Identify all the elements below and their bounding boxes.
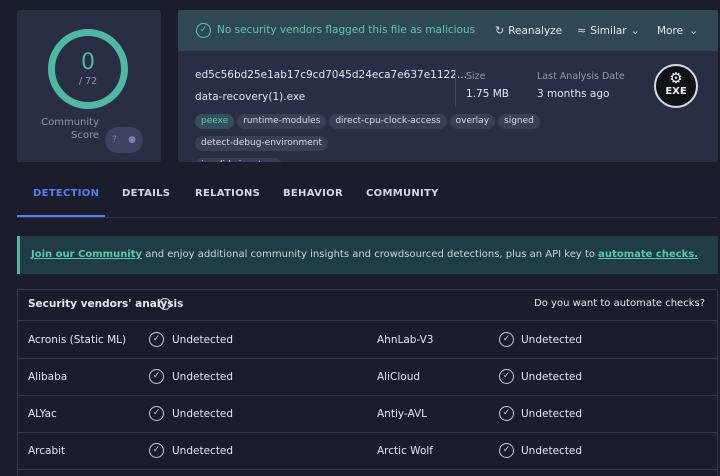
check-circle-icon: ✓ bbox=[499, 443, 514, 458]
tag[interactable]: peexe bbox=[195, 114, 235, 129]
community-score-label: Community Score bbox=[41, 117, 99, 141]
info-icon[interactable]: i bbox=[159, 298, 171, 310]
chevron-down-icon: ⌄ bbox=[630, 24, 640, 37]
check-circle-icon: ✓ bbox=[149, 406, 164, 421]
exe-label: EXE bbox=[665, 86, 687, 97]
join-community-link[interactable]: Join our Community bbox=[31, 249, 142, 260]
vendors-analysis: Security vendors' analysis i Do you want… bbox=[17, 289, 718, 476]
tab-behavior[interactable]: BEHAVIOR bbox=[283, 188, 343, 217]
score-value: 0 bbox=[81, 50, 95, 75]
status-text: No security vendors flagged this file as… bbox=[217, 24, 476, 36]
tag[interactable]: runtime-modules bbox=[237, 114, 327, 129]
vendor-name: Arctic Wolf bbox=[377, 445, 433, 457]
check-circle-icon: ✓ bbox=[499, 332, 514, 347]
vendor-name: AhnLab-V3 bbox=[377, 334, 434, 346]
automate-checks-question[interactable]: Do you want to automate checks? bbox=[534, 298, 705, 309]
more-label: More bbox=[657, 25, 684, 37]
score-ring: 0 / 72 bbox=[48, 29, 128, 109]
table-row: Arcabit ✓ Undetected Arctic Wolf ✓ Undet… bbox=[18, 433, 717, 470]
tag[interactable]: signed bbox=[498, 114, 540, 129]
tab-divider bbox=[17, 217, 718, 218]
table-row: Acronis (Static ML) ✓ Undetected AhnLab-… bbox=[18, 322, 717, 359]
more-button[interactable]: More ⌄ bbox=[657, 24, 702, 37]
automate-checks-link[interactable]: automate checks. bbox=[598, 249, 698, 260]
vendor-name: ALYac bbox=[28, 408, 57, 420]
meta-divider bbox=[455, 69, 456, 107]
vendor-name: Alibaba bbox=[28, 371, 68, 383]
reanalyze-label: Reanalyze bbox=[508, 25, 563, 37]
vendor-result: Undetected bbox=[172, 445, 234, 457]
vendor-name: Acronis (Static ML) bbox=[28, 334, 127, 346]
check-circle-icon: ✓ bbox=[149, 443, 164, 458]
community-banner: Join our Community and enjoy additional … bbox=[17, 236, 718, 274]
similar-label: Similar bbox=[590, 25, 627, 37]
banner-text: and enjoy additional community insights … bbox=[142, 249, 599, 260]
similar-icon: ≈ bbox=[577, 24, 587, 37]
vendor-result: Undetected bbox=[172, 408, 234, 420]
similar-button[interactable]: ≈ Similar ⌄ bbox=[577, 24, 644, 37]
file-name: data-recovery(1).exe bbox=[195, 91, 306, 103]
check-circle-icon: ✓ bbox=[499, 369, 514, 384]
size-label: Size bbox=[466, 71, 486, 82]
vendor-result: Undetected bbox=[521, 334, 583, 346]
tab-community[interactable]: COMMUNITY bbox=[366, 188, 439, 217]
tab-relations[interactable]: RELATIONS bbox=[195, 188, 260, 217]
table-row: Alibaba ✓ Undetected AliCloud ✓ Undetect… bbox=[18, 359, 717, 396]
vendor-result: Undetected bbox=[172, 371, 234, 383]
check-circle-icon: ✓ bbox=[149, 332, 164, 347]
tag[interactable]: direct-cpu-clock-access bbox=[329, 114, 447, 129]
tag[interactable]: invalid-signature bbox=[195, 158, 283, 162]
thumb-icon: ● bbox=[128, 135, 136, 145]
table-row: ALYac ✓ Undetected Antiy-AVL ✓ Undetecte… bbox=[18, 396, 717, 433]
vendor-result: Undetected bbox=[521, 371, 583, 383]
vendor-name: Antiy-AVL bbox=[377, 408, 428, 420]
vendor-result: Undetected bbox=[521, 445, 583, 457]
file-info-card: ✓ No security vendors flagged this file … bbox=[178, 10, 718, 162]
vendor-result: Undetected bbox=[521, 408, 583, 420]
vendor-result: Undetected bbox=[172, 334, 234, 346]
check-circle-icon: ✓ bbox=[149, 369, 164, 384]
last-analysis-label: Last Analysis Date bbox=[537, 71, 625, 82]
exe-file-icon: ⚙ EXE bbox=[654, 64, 698, 108]
tag[interactable]: overlay bbox=[449, 114, 496, 129]
last-analysis-value: 3 months ago bbox=[537, 88, 610, 100]
tag-list: peexe runtime-modules direct-cpu-clock-acc… bbox=[195, 113, 655, 162]
question-mark-icon: ? bbox=[112, 135, 117, 145]
vendor-name: AliCloud bbox=[377, 371, 421, 383]
check-circle-icon: ✓ bbox=[499, 406, 514, 421]
community-vote-toggle[interactable]: ? ● bbox=[105, 127, 143, 153]
gear-icon: ⚙ bbox=[669, 69, 683, 87]
chevron-down-icon: ⌄ bbox=[689, 24, 699, 37]
tab-details[interactable]: DETAILS bbox=[122, 188, 170, 217]
file-hash[interactable]: ed5c56bd25e1ab17c9cd7045d24eca7e637e1122… bbox=[195, 69, 467, 81]
vendor-name: Arcabit bbox=[28, 445, 66, 457]
score-total: / 72 bbox=[78, 76, 98, 87]
status-bar: ✓ No security vendors flagged this file … bbox=[178, 10, 718, 51]
community-score-card: 0 / 72 Community Score ? ● bbox=[17, 10, 161, 162]
refresh-icon: ↻ bbox=[495, 24, 505, 37]
reanalyze-button[interactable]: ↻ Reanalyze bbox=[495, 24, 562, 37]
check-circle-icon: ✓ bbox=[196, 23, 211, 38]
tab-detection[interactable]: DETECTION bbox=[33, 188, 99, 217]
size-value: 1.75 MB bbox=[466, 88, 509, 100]
analysis-header: Security vendors' analysis i Do you want… bbox=[18, 290, 717, 321]
tag[interactable]: detect-debug-environment bbox=[195, 136, 328, 151]
